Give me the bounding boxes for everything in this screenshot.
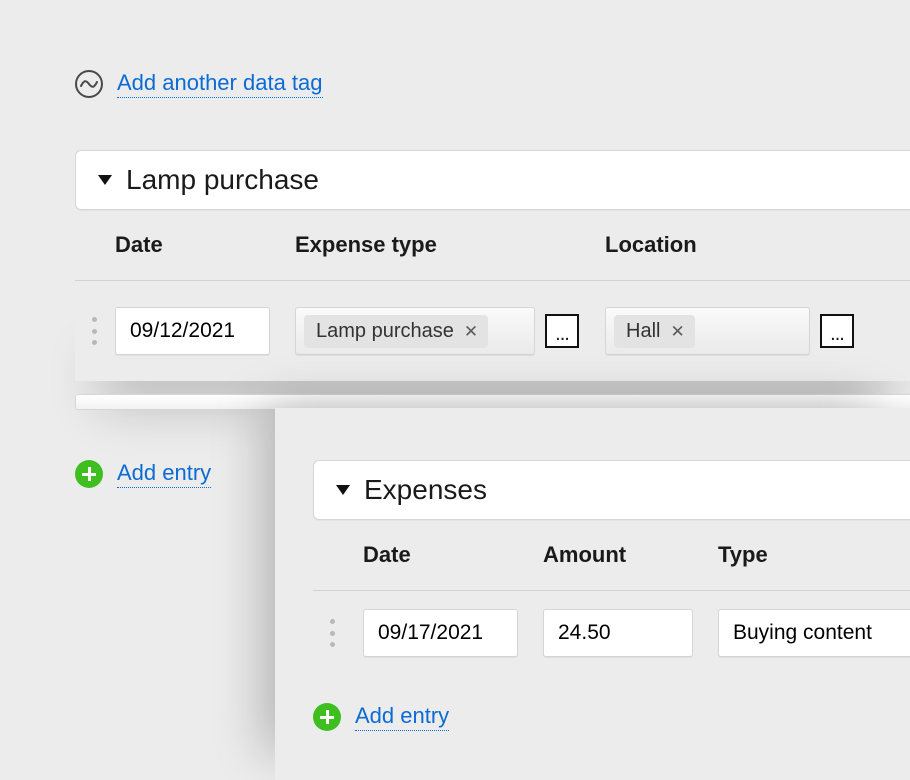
col-amount-header: Amount bbox=[543, 542, 718, 568]
collapse-toggle-icon[interactable] bbox=[336, 485, 350, 495]
col-expense-type-header: Expense type bbox=[295, 232, 605, 258]
panel-title: Lamp purchase bbox=[126, 164, 319, 196]
col-type-header: Type bbox=[718, 542, 910, 568]
col-date-header: Date bbox=[363, 542, 543, 568]
plus-circle-icon[interactable] bbox=[313, 703, 341, 731]
chip-remove-icon[interactable]: ✕ bbox=[670, 323, 684, 340]
col-location-header: Location bbox=[605, 232, 910, 258]
expense-type-more-button[interactable]: ... bbox=[545, 314, 579, 348]
panel-body: Date Expense type Location Lamp purchase… bbox=[75, 210, 910, 381]
panel-header: Lamp purchase bbox=[75, 150, 910, 210]
expenses-panel: Expenses Date Amount Type Add entry bbox=[275, 408, 910, 780]
add-data-tag-row: Add another data tag bbox=[75, 70, 323, 98]
location-chip: Hall ✕ bbox=[614, 315, 695, 348]
expense-type-chip: Lamp purchase ✕ bbox=[304, 315, 488, 348]
add-entry-link[interactable]: Add entry bbox=[355, 703, 449, 731]
add-data-tag-link[interactable]: Add another data tag bbox=[117, 70, 323, 98]
add-entry-row: Add entry bbox=[75, 460, 211, 488]
expense-type-field: Lamp purchase ✕ ... bbox=[295, 307, 605, 355]
lamp-purchase-panel: Lamp purchase Date Expense type Location… bbox=[75, 150, 910, 381]
column-headers: Date Expense type Location bbox=[75, 210, 910, 281]
drag-handle-icon[interactable] bbox=[85, 317, 103, 345]
add-entry-row: Add entry bbox=[313, 703, 910, 731]
table-row: Lamp purchase ✕ ... Hall ✕ ... bbox=[75, 281, 910, 381]
type-field[interactable] bbox=[718, 609, 910, 657]
collapse-toggle-icon[interactable] bbox=[98, 175, 112, 185]
col-date-header: Date bbox=[115, 232, 295, 258]
chip-remove-icon[interactable]: ✕ bbox=[464, 323, 478, 340]
date-field[interactable] bbox=[115, 307, 270, 355]
amount-field[interactable] bbox=[543, 609, 693, 657]
plus-circle-icon[interactable] bbox=[75, 460, 103, 488]
location-field: Hall ✕ ... bbox=[605, 307, 910, 355]
chip-label: Hall bbox=[626, 320, 660, 343]
expense-type-tagbox[interactable]: Lamp purchase ✕ bbox=[295, 307, 535, 355]
column-headers: Date Amount Type bbox=[313, 520, 910, 591]
add-entry-link[interactable]: Add entry bbox=[117, 460, 211, 488]
wave-circle-icon bbox=[75, 70, 103, 98]
table-row bbox=[313, 591, 910, 675]
panel-title: Expenses bbox=[364, 474, 487, 506]
location-more-button[interactable]: ... bbox=[820, 314, 854, 348]
date-field[interactable] bbox=[363, 609, 518, 657]
chip-label: Lamp purchase bbox=[316, 320, 454, 343]
location-tagbox[interactable]: Hall ✕ bbox=[605, 307, 810, 355]
panel-header: Expenses bbox=[313, 460, 910, 520]
drag-handle-icon[interactable] bbox=[323, 619, 341, 647]
